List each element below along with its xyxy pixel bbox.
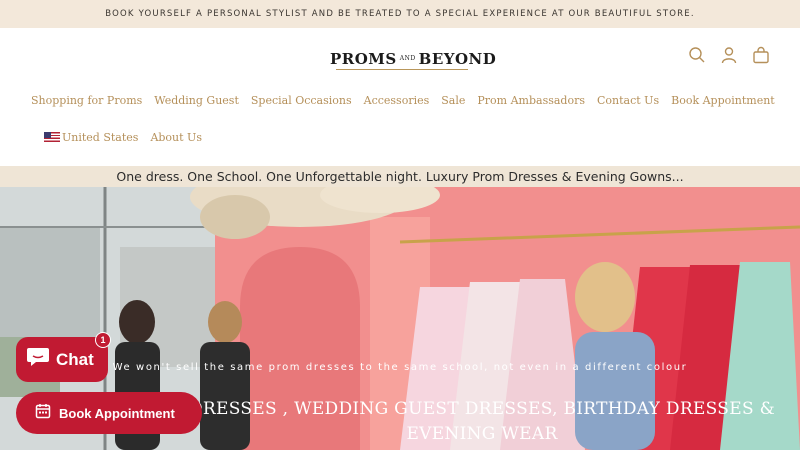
- nav-accessories[interactable]: Accessories: [364, 94, 430, 107]
- announcement-text: BOOK YOURSELF A PERSONAL STYLIST AND BE …: [105, 9, 695, 19]
- nav-special-occasions[interactable]: Special Occasions: [251, 94, 352, 107]
- calendar-icon: [35, 403, 51, 424]
- nav-wedding-guest[interactable]: Wedding Guest: [154, 94, 239, 107]
- hero-subtitle: We won't sell the same prom dresses to t…: [112, 362, 688, 373]
- nav-sale[interactable]: Sale: [441, 94, 465, 107]
- tagline-text: One dress. One School. One Unforgettable…: [116, 169, 684, 184]
- nav-prom-ambassadors[interactable]: Prom Ambassadors: [477, 94, 585, 107]
- site-header: PROMS AND BEYOND Shopping for Proms Weddin…: [0, 28, 800, 166]
- book-appointment-label: Book Appointment: [59, 405, 175, 421]
- logo-right: BEYOND: [418, 50, 497, 68]
- country-label: United States: [62, 131, 139, 144]
- header-icons: [688, 46, 770, 64]
- secondary-nav: United States About Us: [44, 131, 202, 144]
- account-icon[interactable]: [720, 46, 738, 64]
- chat-bubble-icon: [26, 346, 50, 373]
- logo-left: PROMS: [330, 50, 397, 68]
- nav-book-appointment[interactable]: Book Appointment: [671, 94, 775, 107]
- search-icon[interactable]: [688, 46, 706, 64]
- chat-button[interactable]: Chat: [16, 337, 108, 382]
- logo[interactable]: PROMS AND BEYOND: [330, 50, 496, 68]
- chat-label: Chat: [56, 349, 94, 369]
- hero-title: DRESSES , WEDDING GUEST DRESSES, BIRTHDA…: [188, 399, 776, 444]
- main-nav: Shopping for Proms Wedding Guest Special…: [31, 94, 775, 107]
- announcement-bar: BOOK YOURSELF A PERSONAL STYLIST AND BE …: [0, 0, 800, 28]
- us-flag-icon: [44, 132, 60, 142]
- nav-about-us[interactable]: About Us: [150, 131, 202, 144]
- logo-underline: [336, 69, 468, 70]
- chat-unread-badge: 1: [95, 332, 111, 348]
- logo-and: AND: [399, 55, 416, 62]
- cart-icon[interactable]: [752, 46, 770, 64]
- book-appointment-button[interactable]: Book Appointment: [16, 392, 202, 434]
- country-selector[interactable]: United States: [44, 131, 138, 144]
- tagline-bar: One dress. One School. One Unforgettable…: [0, 166, 800, 187]
- nav-contact-us[interactable]: Contact Us: [597, 94, 659, 107]
- nav-shopping-for-proms[interactable]: Shopping for Proms: [31, 94, 142, 107]
